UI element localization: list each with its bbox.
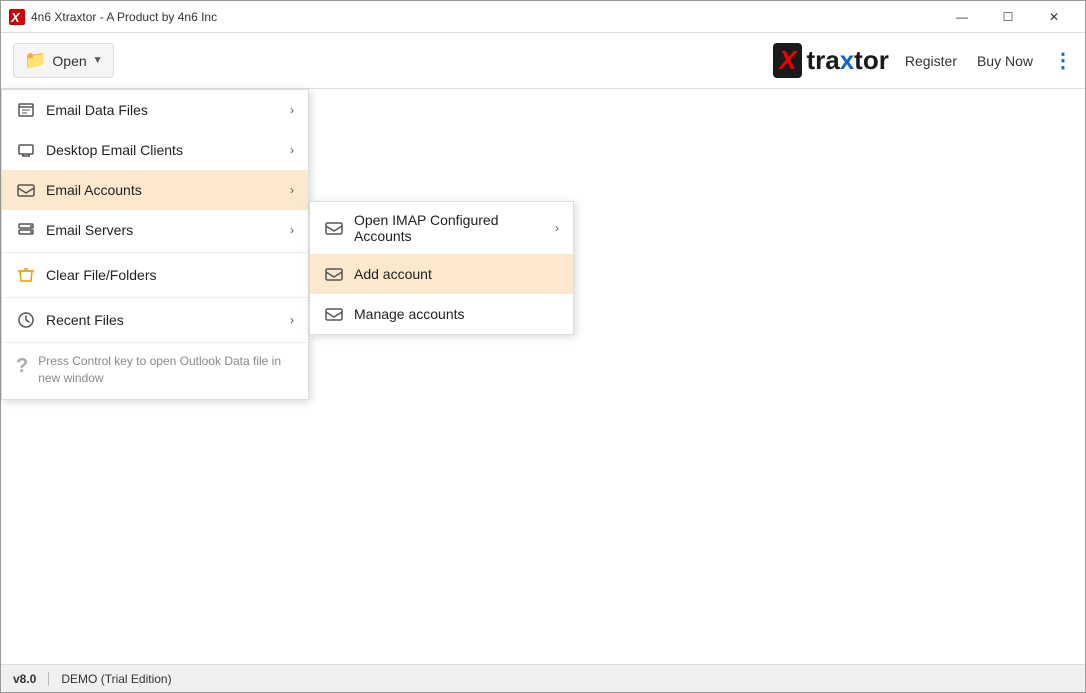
- register-button[interactable]: Register: [905, 53, 957, 69]
- manage-accounts-label: Manage accounts: [354, 306, 559, 322]
- svg-text:X: X: [10, 10, 21, 25]
- submenu-item-add-account[interactable]: Add account: [310, 254, 573, 294]
- close-button[interactable]: ✕: [1031, 1, 1077, 33]
- add-account-label: Add account: [354, 266, 559, 282]
- menu-item-email-servers-arrow: ›: [290, 223, 294, 237]
- maximize-button[interactable]: ☐: [985, 1, 1031, 33]
- app-logo: X traxtor: [773, 43, 889, 78]
- folder-icon: 📁: [24, 50, 46, 71]
- status-separator: [48, 672, 49, 686]
- desktop-email-clients-icon: [16, 140, 36, 160]
- open-dropdown-menu: Email Data Files › Desktop Email Clients…: [1, 89, 309, 400]
- menu-item-recent-files-arrow: ›: [290, 313, 294, 327]
- more-menu-icon[interactable]: ⋮: [1053, 48, 1073, 73]
- open-imap-label: Open IMAP Configured Accounts: [354, 212, 545, 244]
- menu-item-email-accounts-arrow: ›: [290, 183, 294, 197]
- menu-item-desktop-email-clients-label: Desktop Email Clients: [46, 142, 280, 158]
- menu-help-text: Press Control key to open Outlook Data f…: [38, 353, 294, 387]
- menu-item-email-data-files-arrow: ›: [290, 103, 294, 117]
- email-accounts-submenu: Open IMAP Configured Accounts › Add acco…: [309, 201, 574, 335]
- email-accounts-icon: [16, 180, 36, 200]
- recent-files-icon: [16, 310, 36, 330]
- main-content: Email Data Files › Desktop Email Clients…: [1, 89, 1085, 666]
- email-servers-icon: [16, 220, 36, 240]
- clear-file-folders-icon: [16, 265, 36, 285]
- open-label: Open: [52, 53, 86, 69]
- menu-divider-3: [2, 342, 308, 343]
- menu-item-email-servers[interactable]: Email Servers ›: [2, 210, 308, 250]
- menu-item-clear-file-folders[interactable]: Clear File/Folders: [2, 255, 308, 295]
- menu-item-email-accounts[interactable]: Email Accounts ›: [2, 170, 308, 210]
- toolbar: 📁 Open ▼ X traxtor Register Buy Now ⋮: [1, 33, 1085, 89]
- submenu-item-manage-accounts[interactable]: Manage accounts: [310, 294, 573, 334]
- email-data-files-icon: [16, 100, 36, 120]
- title-bar-text: 4n6 Xtraxtor - A Product by 4n6 Inc: [31, 10, 939, 24]
- logo-text: traxtor: [806, 45, 888, 76]
- help-icon: ?: [16, 355, 28, 378]
- menu-item-clear-label: Clear File/Folders: [46, 267, 294, 283]
- menu-item-recent-files-label: Recent Files: [46, 312, 280, 328]
- logo-x-blue: x: [840, 45, 854, 75]
- open-imap-icon: [324, 218, 344, 238]
- buy-now-button[interactable]: Buy Now: [977, 53, 1033, 69]
- open-imap-arrow: ›: [555, 221, 559, 235]
- menu-item-email-data-files-label: Email Data Files: [46, 102, 280, 118]
- toolbar-nav: Register Buy Now ⋮: [905, 48, 1073, 73]
- menu-item-desktop-email-clients[interactable]: Desktop Email Clients ›: [2, 130, 308, 170]
- add-account-icon: [324, 264, 344, 284]
- app-icon: X: [9, 9, 25, 25]
- title-bar: X 4n6 Xtraxtor - A Product by 4n6 Inc — …: [1, 1, 1085, 33]
- menu-item-email-data-files[interactable]: Email Data Files ›: [2, 90, 308, 130]
- menu-item-recent-files[interactable]: Recent Files ›: [2, 300, 308, 340]
- menu-divider-1: [2, 252, 308, 253]
- status-demo: DEMO (Trial Edition): [61, 672, 171, 686]
- open-button[interactable]: 📁 Open ▼: [13, 43, 114, 78]
- status-version: v8.0: [13, 672, 36, 686]
- menu-divider-2: [2, 297, 308, 298]
- menu-help-section: ? Press Control key to open Outlook Data…: [2, 345, 308, 399]
- status-bar: v8.0 DEMO (Trial Edition): [1, 664, 1085, 692]
- menu-item-desktop-clients-arrow: ›: [290, 143, 294, 157]
- minimize-button[interactable]: —: [939, 1, 985, 33]
- manage-accounts-icon: [324, 304, 344, 324]
- submenu-item-open-imap[interactable]: Open IMAP Configured Accounts ›: [310, 202, 573, 254]
- logo-x-badge: X: [773, 43, 802, 78]
- logo-x-red: X: [779, 45, 796, 75]
- menu-item-email-servers-label: Email Servers: [46, 222, 280, 238]
- title-bar-controls: — ☐ ✕: [939, 1, 1077, 33]
- menu-item-email-accounts-label: Email Accounts: [46, 182, 280, 198]
- open-chevron-icon: ▼: [93, 55, 103, 66]
